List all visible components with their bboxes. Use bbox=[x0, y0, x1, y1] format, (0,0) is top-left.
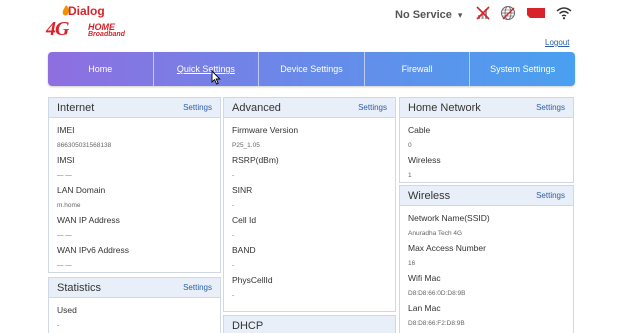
ssid-value: Anuradha Tech 4G bbox=[408, 230, 463, 237]
nav-system-settings-label: System Settings bbox=[490, 64, 556, 74]
internet-title: Internet bbox=[57, 101, 95, 114]
main-nav: Home Quick Settings Device Settings Fire… bbox=[48, 52, 575, 86]
nav-firewall[interactable]: Firewall bbox=[365, 52, 471, 86]
used-label: Used bbox=[57, 305, 77, 315]
wifi-icon bbox=[556, 6, 572, 25]
imei-value: 866305031568138 bbox=[57, 142, 112, 149]
internet-panel-header: Internet Settings bbox=[49, 98, 220, 118]
sim-card-icon bbox=[526, 6, 546, 24]
lan-domain-value: m.home bbox=[57, 202, 81, 209]
firmware-version-value: P25_1.05 bbox=[232, 142, 260, 149]
statistics-settings-link[interactable]: Settings bbox=[183, 283, 212, 292]
imsi-label: IMSI bbox=[57, 155, 75, 165]
phys-cell-id-label: PhysCellId bbox=[232, 275, 273, 285]
used-value: - bbox=[57, 322, 60, 329]
no-signal-icon bbox=[476, 5, 490, 25]
nav-device-settings-label: Device Settings bbox=[280, 64, 343, 74]
wan-ip-label: WAN IP Address bbox=[57, 215, 120, 225]
nav-home-label: Home bbox=[88, 64, 113, 74]
nav-home[interactable]: Home bbox=[48, 52, 154, 86]
nav-quick-settings[interactable]: Quick Settings bbox=[154, 52, 260, 86]
brand-name: Dialog bbox=[68, 4, 105, 18]
cell-id-label: Cell Id bbox=[232, 215, 257, 225]
nav-system-settings[interactable]: System Settings bbox=[470, 52, 575, 86]
statistics-title: Statistics bbox=[57, 281, 102, 294]
sinr-value: - bbox=[232, 202, 235, 209]
ssid-label: Network Name(SSID) bbox=[408, 213, 490, 223]
internet-settings-link[interactable]: Settings bbox=[183, 103, 212, 112]
dhcp-title: DHCP bbox=[232, 319, 264, 332]
rsrp-label: RSRP(dBm) bbox=[232, 155, 279, 165]
home-network-panel-header: Home Network Settings bbox=[400, 98, 573, 118]
imsi-value: — — bbox=[57, 172, 72, 179]
lan-domain-label: LAN Domain bbox=[57, 185, 106, 195]
band-value: - bbox=[232, 262, 235, 269]
dialog-logo: Dialog 4G HOME Broadband bbox=[46, 4, 146, 44]
wireless-panel: Wireless Settings Network Name(SSID) Anu… bbox=[399, 185, 574, 333]
wireless-settings-link[interactable]: Settings bbox=[536, 191, 565, 200]
home-network-settings-link[interactable]: Settings bbox=[536, 103, 565, 112]
band-label: BAND bbox=[232, 245, 256, 255]
service-status: No Service bbox=[395, 9, 452, 21]
home-network-panel: Home Network Settings Cable 0 Wireless 1 bbox=[399, 97, 574, 183]
dhcp-panel-header: DHCP bbox=[224, 316, 395, 333]
dhcp-panel: DHCP bbox=[223, 315, 396, 333]
wireless-count-label: Wireless bbox=[408, 155, 441, 165]
lan-mac-label: Lan Mac bbox=[408, 303, 441, 313]
imei-label: IMEI bbox=[57, 125, 75, 135]
statistics-panel-header: Statistics Settings bbox=[49, 278, 220, 298]
max-access-label: Max Access Number bbox=[408, 243, 486, 253]
phys-cell-id-value: - bbox=[232, 292, 235, 299]
wireless-panel-header: Wireless Settings bbox=[400, 186, 573, 206]
wan-ip-value: — — bbox=[57, 232, 72, 239]
wan-ipv6-label: WAN IPv6 Address bbox=[57, 245, 129, 255]
logout-link[interactable]: Logout bbox=[545, 38, 569, 47]
chevron-down-icon[interactable]: ▾ bbox=[458, 10, 463, 21]
wifi-mac-value: D8:D8:66:0D:D8:9B bbox=[408, 290, 466, 297]
logo-4g: 4G bbox=[46, 18, 69, 40]
firmware-version-label: Firmware Version bbox=[232, 125, 299, 135]
internet-panel: Internet Settings IMEI 866305031568138 I… bbox=[48, 97, 221, 273]
wireless-count-value: 1 bbox=[408, 172, 412, 179]
max-access-value: 16 bbox=[408, 260, 416, 267]
rsrp-value: - bbox=[232, 172, 235, 179]
advanced-panel-header: Advanced Settings bbox=[224, 98, 395, 118]
mouse-cursor-icon bbox=[211, 70, 221, 85]
home-network-title: Home Network bbox=[408, 101, 481, 114]
globe-icon bbox=[500, 5, 516, 26]
logo-broadband-text: Broadband bbox=[88, 31, 125, 38]
wireless-title: Wireless bbox=[408, 189, 451, 202]
wifi-mac-label: Wifi Mac bbox=[408, 273, 441, 283]
statistics-panel: Statistics Settings Used - bbox=[48, 277, 221, 333]
cell-id-value: - bbox=[232, 232, 235, 239]
status-bar: No Service ▾ bbox=[395, 5, 572, 26]
wan-ipv6-value: — — bbox=[57, 262, 72, 269]
lan-mac-value: D8:D8:66:F2:D8:9B bbox=[408, 320, 465, 327]
nav-quick-settings-label: Quick Settings bbox=[176, 64, 235, 74]
advanced-panel: Advanced Settings Firmware Version P25_1… bbox=[223, 97, 396, 312]
cable-value: 0 bbox=[408, 142, 412, 149]
advanced-settings-link[interactable]: Settings bbox=[358, 103, 387, 112]
cable-label: Cable bbox=[408, 125, 431, 135]
nav-firewall-label: Firewall bbox=[401, 64, 433, 74]
advanced-title: Advanced bbox=[232, 101, 281, 114]
sinr-label: SINR bbox=[232, 185, 253, 195]
nav-device-settings[interactable]: Device Settings bbox=[259, 52, 365, 86]
